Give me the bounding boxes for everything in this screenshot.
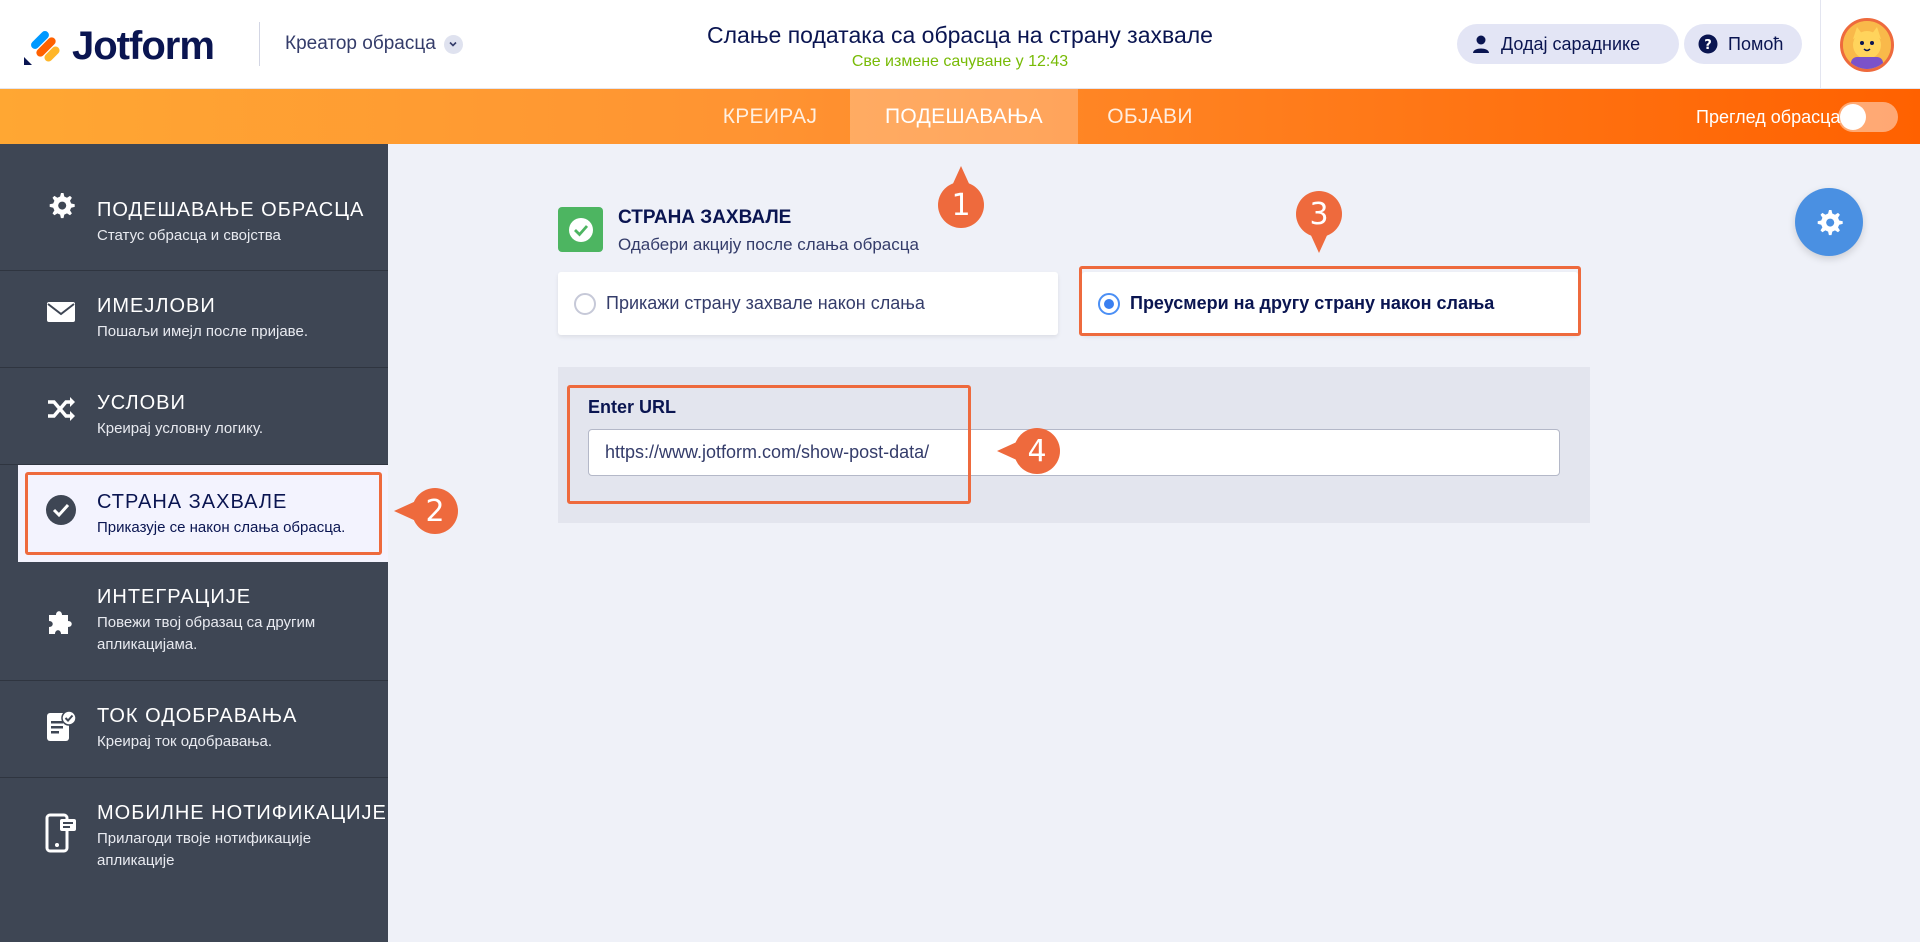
gear-icon bbox=[1817, 210, 1843, 236]
tab-publish[interactable]: ОБЈАВИ bbox=[1090, 89, 1210, 144]
envelope-icon bbox=[44, 295, 78, 329]
approval-icon bbox=[44, 709, 78, 743]
preview-form-label: Преглед обрасца bbox=[1696, 107, 1841, 127]
section-subtitle: Одабери акцију после слања обрасца bbox=[618, 235, 919, 254]
builder-nav-bar: КРЕИРАЈ ПОДЕШАВАЊА ОБЈАВИ Преглед обрасц… bbox=[0, 89, 1920, 144]
question-icon: ? bbox=[1698, 34, 1718, 54]
sidebar-item-title: СТРАНА ЗАХВАЛЕ bbox=[97, 491, 288, 513]
add-collaborators-label: Додај сараднике bbox=[1501, 33, 1641, 54]
creator-label: Креатор обрасца bbox=[285, 33, 436, 54]
radio-redirect[interactable] bbox=[1098, 292, 1120, 315]
sidebar-item-desc: Креирај условну логику. bbox=[97, 420, 264, 437]
preview-form-toggle[interactable] bbox=[1838, 102, 1898, 132]
sidebar-item-title: ПОДЕШАВАЊЕ ОБРАСЦА bbox=[97, 199, 365, 221]
puzzle-icon bbox=[44, 604, 78, 638]
help-label: Помоћ bbox=[1728, 33, 1784, 54]
sidebar-item-desc: Креирај ток одобравања. bbox=[97, 733, 272, 750]
sidebar-item-title: ТОК ОДОБРАВАЊА bbox=[97, 705, 298, 727]
jotform-logo[interactable]: Jotform bbox=[22, 24, 215, 69]
form-title[interactable]: Слање података са обрасца на страну захв… bbox=[560, 22, 1360, 49]
sidebar-item-title: МОБИЛНЕ НОТИФИКАЦИЈЕ bbox=[97, 802, 387, 824]
option-redirect-label: Преусмери на другу страну након слања bbox=[1130, 293, 1495, 313]
redirect-url-input[interactable] bbox=[588, 429, 1560, 476]
shuffle-icon bbox=[44, 392, 78, 426]
sidebar-item-desc: Пошаљи имејл после пријаве. bbox=[97, 323, 308, 340]
sidebar-item-form-settings[interactable]: ПОДЕШАВАЊЕ ОБРАСЦА Статус обрасца и свој… bbox=[0, 144, 388, 271]
settings-fab-button[interactable] bbox=[1795, 188, 1863, 256]
top-header: Jotform Креатор обрасца Слање података с… bbox=[0, 0, 1920, 89]
annotation-arrow-3 bbox=[1309, 231, 1329, 253]
header-divider bbox=[259, 22, 260, 66]
url-field-label: Enter URL bbox=[588, 397, 677, 417]
sidebar-item-approval-flow[interactable]: ТОК ОДОБРАВАЊА Креирај ток одобравања. bbox=[0, 681, 388, 778]
annotation-badge-2: 2 bbox=[412, 488, 458, 534]
option-show-label: Прикажи страну захвале након слања bbox=[606, 293, 925, 313]
sidebar-item-title: ИНТЕГРАЦИЈЕ bbox=[97, 586, 252, 608]
jotform-logo-icon bbox=[24, 30, 60, 65]
sidebar-item-desc: Приказује се након слања обрасца. bbox=[97, 519, 346, 536]
sidebar-item-emails[interactable]: ИМЕЈЛОВИ Пошаљи имејл после пријаве. bbox=[0, 271, 388, 368]
avatar[interactable] bbox=[1840, 18, 1894, 72]
option-redirect[interactable]: Преусмери на другу страну након слања bbox=[1082, 272, 1578, 335]
saved-status: Све измене сачуване у 12:43 bbox=[851, 53, 1069, 70]
avatar-cat-icon bbox=[1843, 21, 1891, 69]
user-icon bbox=[1473, 35, 1489, 53]
sidebar-item-integrations[interactable]: ИНТЕГРАЦИЈЕ Повежи твој образац са други… bbox=[0, 562, 388, 681]
sidebar-item-title: УСЛОВИ bbox=[97, 392, 186, 414]
help-button[interactable]: ? Помоћ bbox=[1684, 24, 1802, 64]
chevron-down-icon bbox=[443, 34, 463, 54]
svg-text:?: ? bbox=[1704, 38, 1712, 53]
mobile-icon bbox=[44, 813, 78, 853]
form-creator-dropdown[interactable]: Креатор обрасца bbox=[285, 33, 463, 55]
toggle-knob bbox=[1840, 104, 1866, 130]
gear-icon bbox=[44, 188, 78, 222]
annotation-badge-1: 1 bbox=[938, 182, 984, 228]
sidebar-item-conditions[interactable]: УСЛОВИ Креирај условну логику. bbox=[0, 368, 388, 465]
settings-sidebar: ПОДЕШАВАЊЕ ОБРАСЦА Статус обрасца и свој… bbox=[0, 144, 388, 942]
tab-create[interactable]: КРЕИРАЈ bbox=[710, 89, 830, 144]
sidebar-item-mobile-notifications[interactable]: МОБИЛНЕ НОТИФИКАЦИЈЕ Прилагоди твоје нот… bbox=[0, 778, 388, 898]
header-divider-right bbox=[1820, 0, 1821, 89]
form-title-block: Слање података са обрасца на страну захв… bbox=[560, 22, 1360, 71]
thank-you-check-icon bbox=[558, 207, 603, 252]
sidebar-item-thank-you-page[interactable]: СТРАНА ЗАХВАЛЕ Приказује се након слања … bbox=[18, 465, 388, 562]
add-collaborators-button[interactable]: Додај сараднике bbox=[1457, 24, 1679, 64]
annotation-badge-4: 4 bbox=[1014, 428, 1060, 474]
tab-settings[interactable]: ПОДЕШАВАЊА bbox=[850, 89, 1078, 144]
logo-wordmark: Jotform bbox=[72, 24, 215, 68]
sidebar-item-desc: Повежи твој образац са другим апликација… bbox=[97, 614, 316, 653]
sidebar-item-desc: Прилагоди твоје нотификације апликације bbox=[97, 830, 312, 869]
check-circle-icon bbox=[44, 493, 78, 527]
radio-show-thank-you[interactable] bbox=[574, 292, 596, 315]
section-title: СТРАНА ЗАХВАЛЕ bbox=[618, 207, 792, 228]
sidebar-item-desc: Статус обрасца и својства bbox=[97, 227, 281, 244]
sidebar-item-title: ИМЕЈЛОВИ bbox=[97, 295, 216, 317]
option-show-thank-you[interactable]: Прикажи страну захвале након слања bbox=[558, 272, 1058, 335]
